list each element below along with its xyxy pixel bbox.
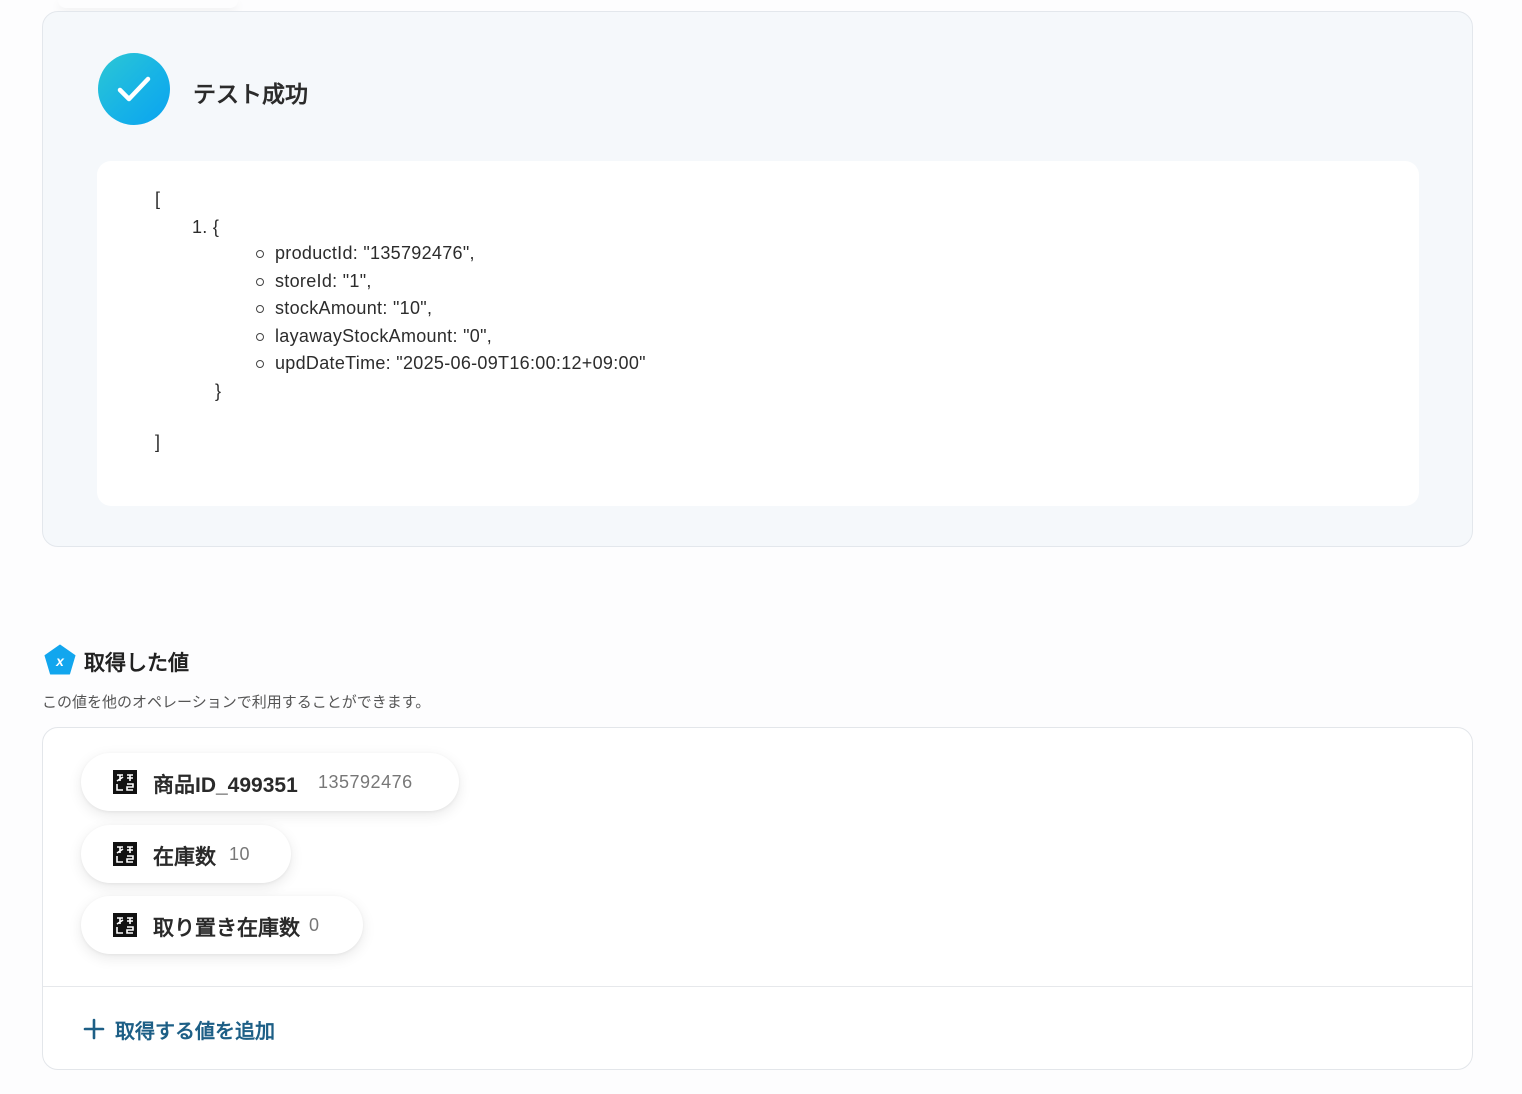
value-label: 在庫数 — [153, 846, 216, 869]
check-icon — [98, 53, 170, 125]
value-sample: 0 — [309, 915, 320, 935]
svg-text:x: x — [55, 653, 65, 669]
value-chip-product-id[interactable]: 商品ID_499351 135792476 — [81, 753, 459, 811]
value-sample: 10 — [229, 844, 251, 864]
value-chip-layaway-stock[interactable]: 取り置き在庫数 0 — [81, 896, 363, 954]
code-field: storeId: "1", — [275, 271, 372, 291]
text-value-icon — [113, 913, 137, 937]
text-value-icon — [113, 770, 137, 794]
value-sample: 135792476 — [318, 772, 413, 792]
code-close-bracket: ] — [155, 432, 161, 452]
test-output-code: [ 1. { productId: "135792476", storeId: … — [97, 161, 1419, 506]
text-value-icon — [113, 842, 137, 866]
add-value-label: 取得する値を追加 — [115, 1020, 275, 1043]
bullet-icon — [256, 360, 264, 368]
bullet-icon — [256, 305, 264, 313]
test-success-title: テスト成功 — [193, 81, 308, 107]
code-field: updDateTime: "2025-06-09T16:00:12+09:00" — [275, 353, 646, 373]
code-field: layawayStockAmount: "0", — [275, 326, 493, 346]
obtained-values-panel: 商品ID_499351 135792476 在庫数 10 取り置き在庫数 0 取… — [42, 727, 1473, 1070]
test-result-panel: テスト成功 [ 1. { productId: "135792476", sto… — [42, 11, 1473, 547]
code-item-close: } — [215, 381, 222, 401]
previous-card-edge — [58, 0, 238, 8]
value-label: 商品ID_499351 — [153, 774, 298, 797]
plus-icon — [83, 1018, 105, 1040]
code-field: stockAmount: "10", — [275, 298, 433, 318]
divider — [43, 986, 1472, 987]
obtained-values-header: x — [44, 644, 76, 676]
bullet-icon — [256, 278, 264, 286]
obtained-values-title: 取得した値 — [84, 652, 189, 675]
bullet-icon — [256, 250, 264, 258]
add-value-button[interactable]: 取得する値を追加 — [83, 1014, 275, 1044]
code-field: productId: "135792476", — [275, 243, 475, 263]
code-open-bracket: [ — [155, 189, 161, 209]
code-item-open: 1. { — [192, 217, 220, 237]
bullet-icon — [256, 333, 264, 341]
variable-pentagon-icon: x — [44, 644, 76, 675]
obtained-values-description: この値を他のオペレーションで利用することができます。 — [42, 694, 431, 711]
value-label: 取り置き在庫数 — [153, 917, 300, 940]
value-chip-stock-amount[interactable]: 在庫数 10 — [81, 825, 291, 883]
